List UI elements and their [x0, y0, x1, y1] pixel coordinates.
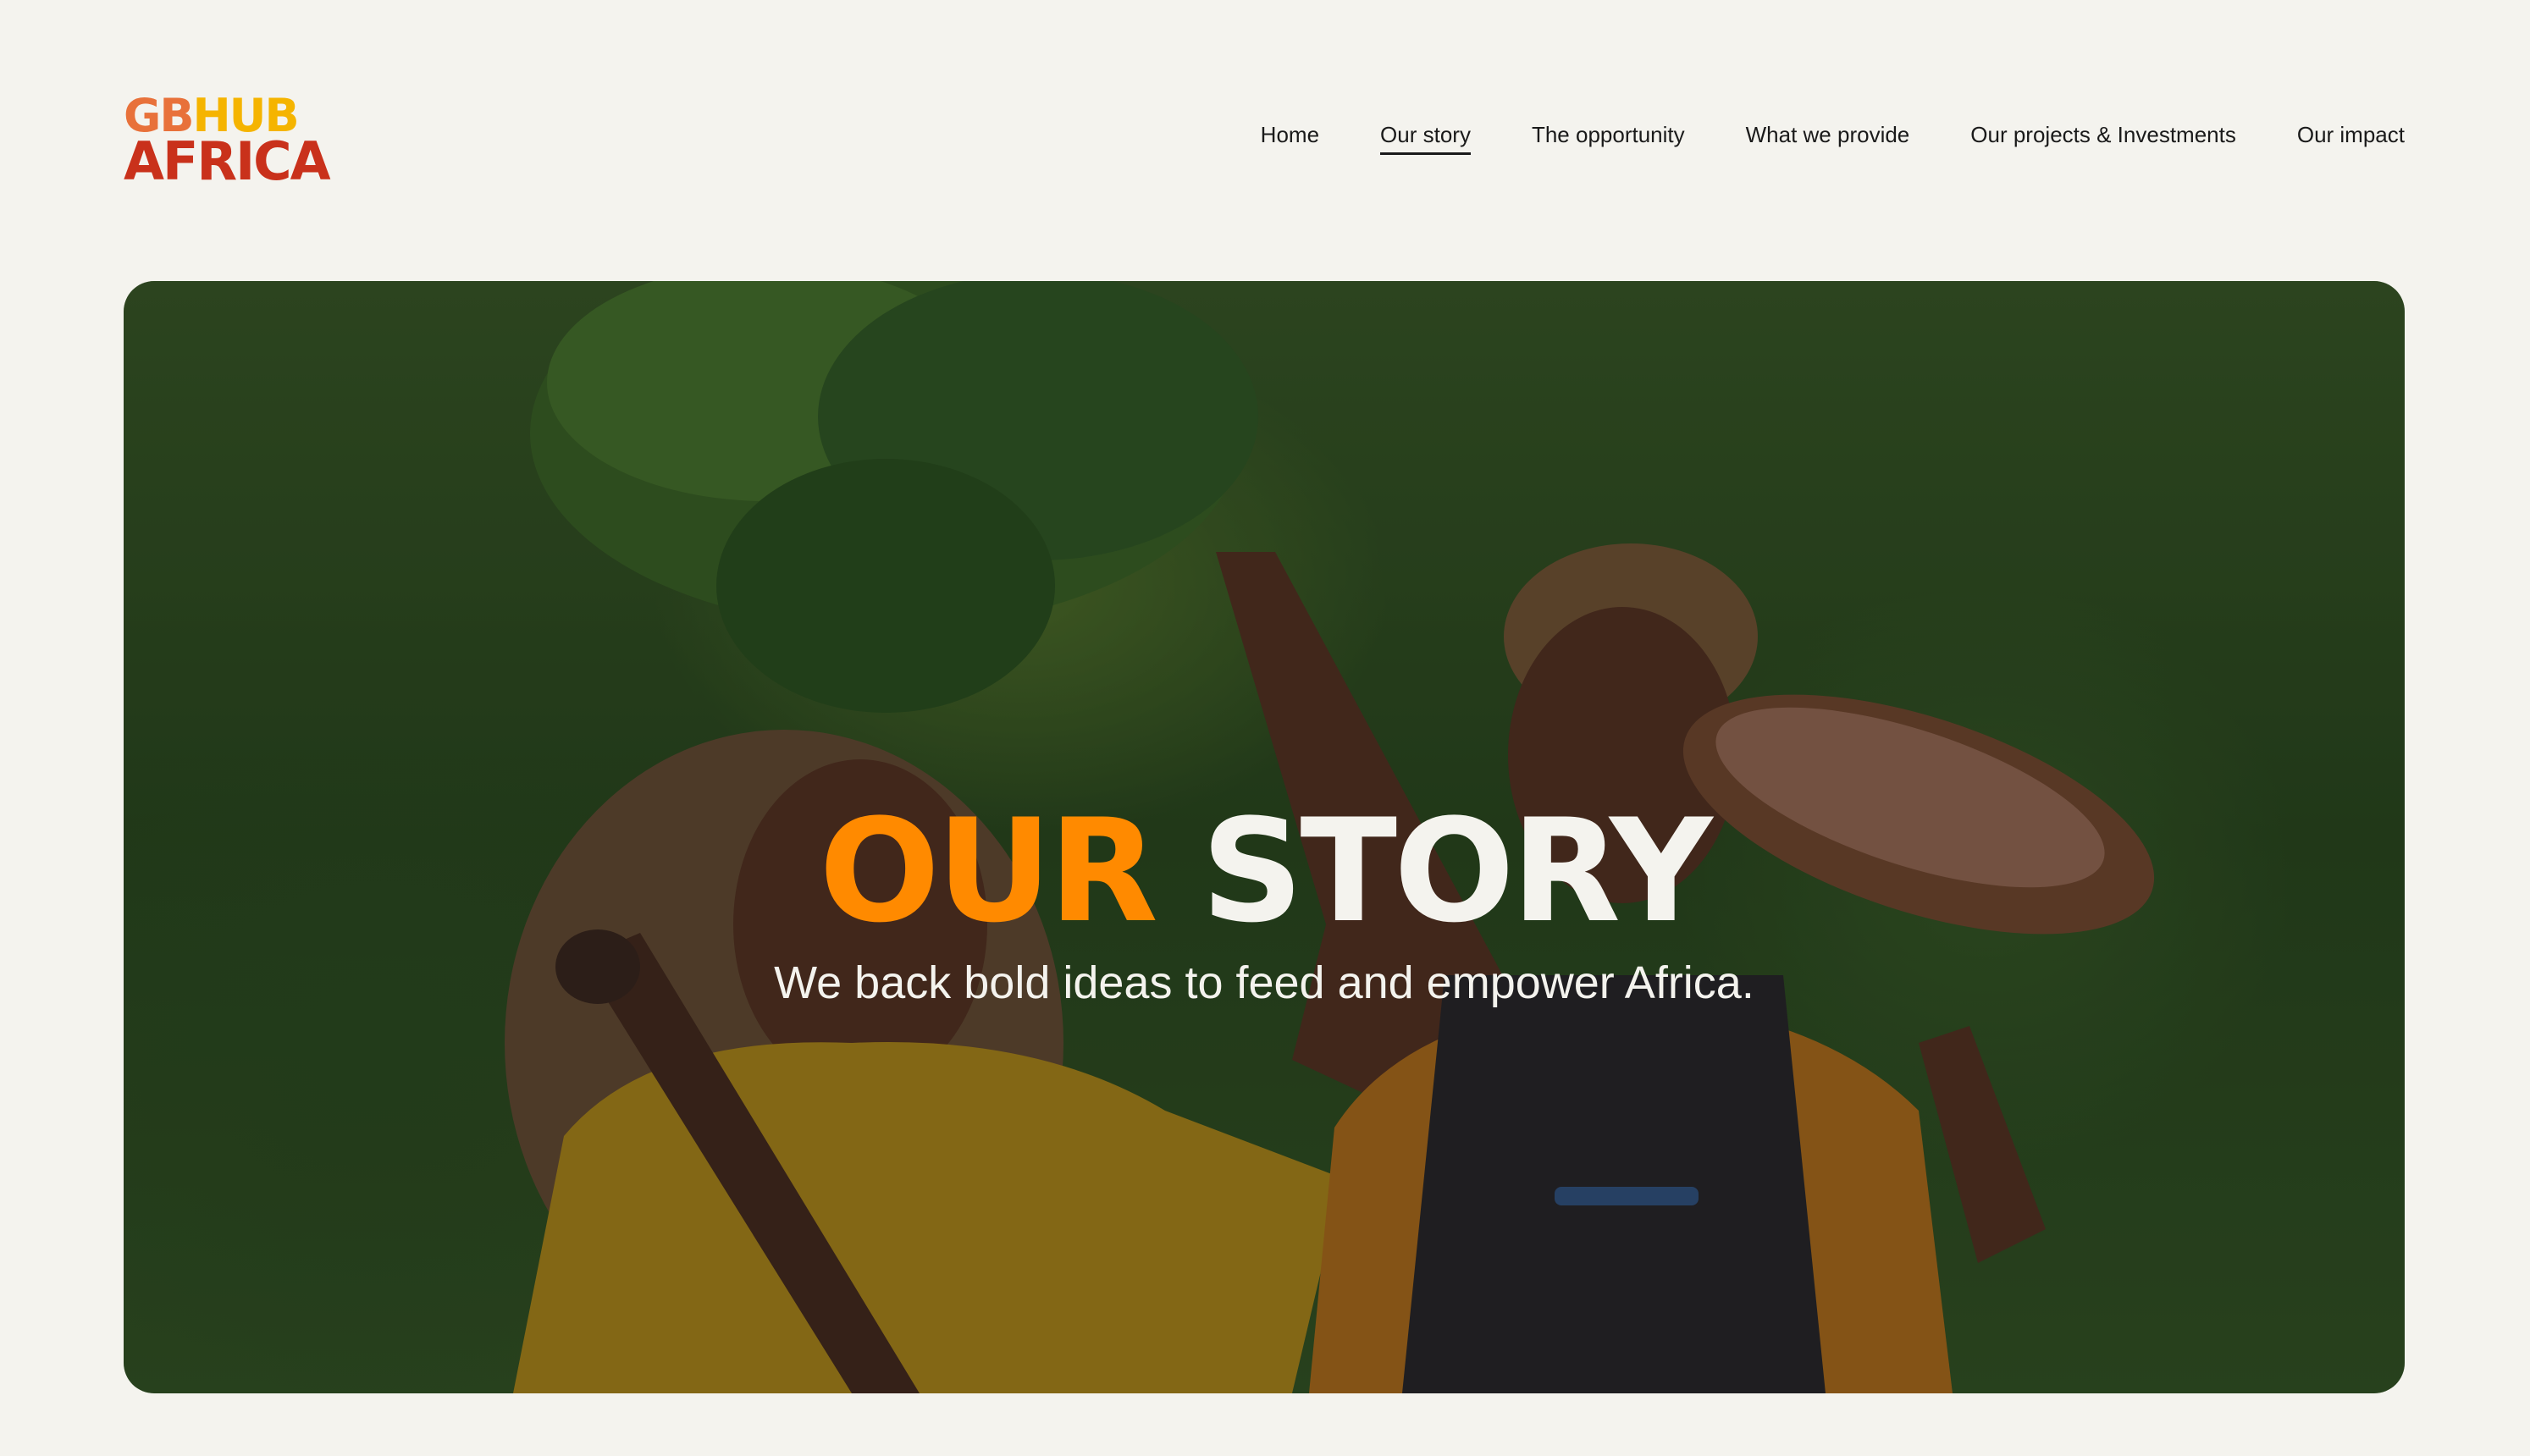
- page-title-rest: STORY: [1201, 787, 1712, 954]
- page-title: OUR STORY: [124, 800, 2405, 942]
- gbhub-africa-logo[interactable]: GBHUB AFRICA: [124, 93, 352, 192]
- site-header: GBHUB AFRICA Home Our story The opportun…: [0, 0, 2530, 254]
- nav-item-our-story[interactable]: Our story: [1380, 122, 1471, 155]
- hero-subtitle: We back bold ideas to feed and empower A…: [774, 957, 1754, 1008]
- nav-item-the-opportunity[interactable]: The opportunity: [1532, 122, 1685, 155]
- page-title-highlight: OUR: [819, 787, 1158, 954]
- hero-banner: OUR STORY We back bold ideas to feed and…: [124, 281, 2405, 1393]
- nav-item-our-impact[interactable]: Our impact: [2297, 122, 2405, 155]
- main-nav: Home Our story The opportunity What we p…: [1261, 122, 2405, 155]
- nav-item-our-projects-investments[interactable]: Our projects & Investments: [1970, 122, 2236, 155]
- nav-item-what-we-provide[interactable]: What we provide: [1746, 122, 1910, 155]
- logo-africa-text: AFRICA: [124, 130, 331, 192]
- nav-item-home[interactable]: Home: [1261, 122, 1319, 155]
